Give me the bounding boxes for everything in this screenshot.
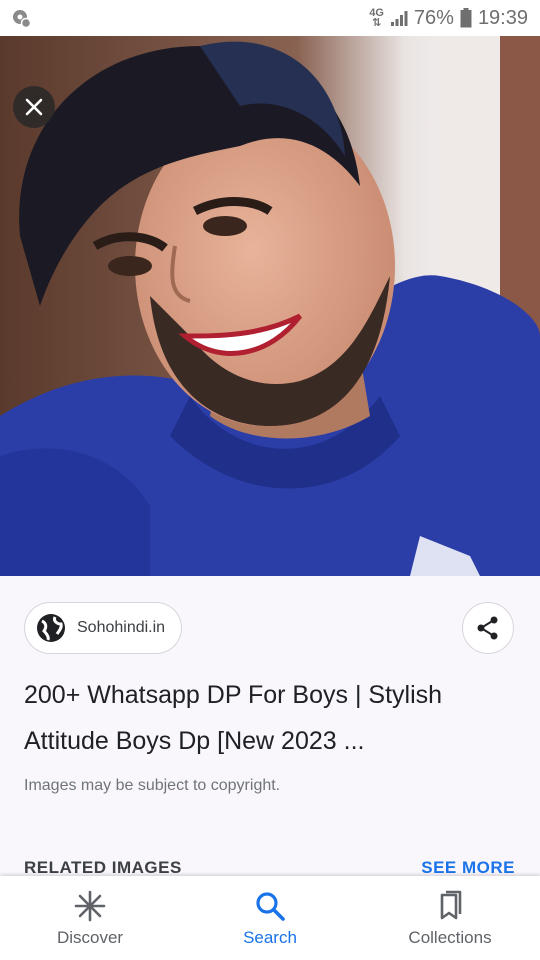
close-icon bbox=[25, 98, 43, 116]
nav-item-search[interactable]: Search bbox=[180, 876, 360, 960]
nav-item-collections[interactable]: Collections bbox=[360, 876, 540, 960]
nav-label-collections: Collections bbox=[408, 928, 492, 947]
network-type: 4G ⇅ bbox=[369, 8, 384, 29]
image-viewer[interactable] bbox=[0, 36, 540, 576]
asterisk-icon bbox=[74, 890, 106, 922]
info-panel: Sohohindi.in 200+ Whatsapp DP For Boys |… bbox=[0, 576, 540, 878]
settings-notification-icon bbox=[13, 10, 32, 29]
copyright-note: Images may be subject to copyright. bbox=[24, 777, 281, 794]
search-icon bbox=[256, 892, 285, 921]
share-icon bbox=[477, 616, 498, 640]
status-bar: 4G ⇅ 76% 19:39 bbox=[0, 0, 540, 36]
network-arrows: ⇅ bbox=[371, 17, 382, 29]
result-image bbox=[0, 36, 540, 576]
nav-label-discover: Discover bbox=[56, 928, 124, 947]
bookmark-icon bbox=[440, 890, 462, 920]
result-title-line1: 200+ Whatsapp DP For Boys | Stylish bbox=[24, 681, 443, 709]
source-label: Sohohindi.in bbox=[77, 619, 166, 636]
status-right: 4G ⇅ 76% 19:39 bbox=[369, 7, 528, 30]
nav-item-discover[interactable]: Discover bbox=[0, 876, 180, 960]
result-title-line2: Attitude Boys Dp [New 2023 ... bbox=[24, 727, 365, 755]
nav-label-search: Search bbox=[243, 928, 297, 947]
share-button[interactable] bbox=[462, 602, 514, 654]
close-button[interactable] bbox=[13, 86, 55, 128]
battery-percent: 76% bbox=[413, 6, 454, 29]
bottom-nav: Discover Search Collections bbox=[0, 876, 540, 960]
clock: 19:39 bbox=[477, 6, 528, 29]
globe-icon bbox=[37, 614, 65, 642]
related-images-header: RELATED IMAGES bbox=[24, 858, 182, 877]
signal-icon bbox=[390, 11, 408, 26]
source-chip[interactable]: Sohohindi.in bbox=[24, 602, 183, 654]
status-left bbox=[10, 7, 32, 29]
see-more-link[interactable]: SEE MORE bbox=[421, 858, 515, 878]
result-title[interactable]: 200+ Whatsapp DP For Boys | Stylish Atti… bbox=[24, 672, 504, 764]
battery-icon bbox=[460, 8, 472, 28]
